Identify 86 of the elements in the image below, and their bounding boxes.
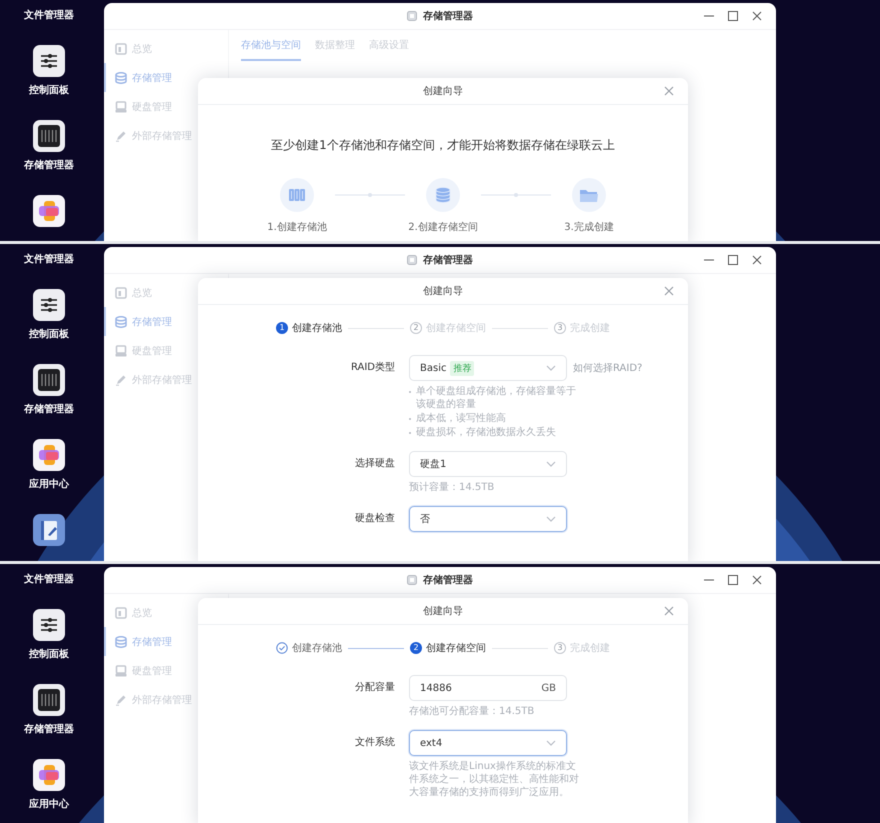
- maximize-icon[interactable]: [728, 11, 738, 21]
- sliders-icon[interactable]: [33, 609, 65, 641]
- dropdown[interactable]: ext4: [409, 730, 567, 756]
- maximize-icon[interactable]: [728, 575, 738, 585]
- hint-text: 硬盘损坏，存储池数据永久丢失: [416, 426, 556, 439]
- database-icon: [115, 636, 127, 648]
- app-center-icon[interactable]: [33, 439, 65, 471]
- step-number: 3: [554, 642, 566, 654]
- pen-icon: [115, 374, 127, 386]
- hint-text: 预计容量：14.5TB: [409, 481, 496, 494]
- window-title: 存储管理器: [423, 10, 473, 23]
- storage-pool-icon: [287, 186, 307, 204]
- dialog-title: 创建向导: [423, 84, 463, 98]
- maximize-icon[interactable]: [728, 255, 738, 265]
- connector-line: [335, 192, 405, 198]
- step-label: 创建存储池: [292, 322, 342, 335]
- dropdown[interactable]: 硬盘1: [409, 451, 567, 477]
- overview-icon: [115, 42, 127, 54]
- app-label[interactable]: 文件管理器: [24, 253, 74, 267]
- sliders-icon[interactable]: [33, 289, 65, 321]
- hint-text: 该文件系统是Linux操作系统的标准文件系统之一，以其稳定性、高性能和对大容量存储的支持而得到广泛应用。: [409, 760, 580, 799]
- close-icon[interactable]: [752, 255, 762, 265]
- app-label[interactable]: 存储管理器: [24, 403, 74, 417]
- field-label: 硬盘检查: [354, 512, 395, 526]
- app-icon: [407, 255, 417, 265]
- app-label[interactable]: 文件管理器: [24, 573, 74, 587]
- app-label[interactable]: 应用中心: [29, 478, 69, 492]
- app-center-icon[interactable]: [33, 759, 65, 791]
- hint-text: 单个硬盘组成存储池，存储容量等于该硬盘的容量: [416, 385, 577, 411]
- dialog-title: 创建向导: [423, 604, 463, 618]
- window-title: 存储管理器: [423, 574, 473, 587]
- hint-text: 成本低，读写性能高: [416, 412, 506, 425]
- storage-device-icon[interactable]: [33, 684, 65, 716]
- app-icon: [407, 11, 417, 21]
- storage-device-icon[interactable]: [33, 364, 65, 396]
- overview-icon: [115, 286, 127, 298]
- input-field[interactable]: 14886 GB: [409, 675, 567, 701]
- app-label[interactable]: 控制面板: [29, 84, 69, 98]
- step-label: 1.创建存储池: [267, 220, 327, 234]
- database-icon: [115, 72, 127, 84]
- dropdown[interactable]: 否: [409, 506, 567, 532]
- field-label: 选择硬盘: [354, 456, 395, 471]
- app-icon: [407, 575, 417, 585]
- window-title: 存储管理器: [423, 254, 473, 267]
- app-label[interactable]: 存储管理器: [24, 723, 74, 737]
- unit-label: GB: [541, 682, 556, 694]
- pen-icon: [115, 694, 127, 706]
- intro-message: 至少创建1个存储池和存储空间，才能开始将数据存储在绿联云上: [271, 137, 615, 154]
- close-icon[interactable]: [752, 575, 762, 585]
- step-label: 2.创建存储空间: [408, 220, 478, 234]
- recommended-tag: 推荐: [450, 360, 474, 376]
- overview-icon: [115, 606, 127, 618]
- chevron-down-icon: [546, 461, 556, 467]
- step-label: 完成创建: [570, 322, 610, 335]
- app-label[interactable]: 控制面板: [29, 328, 69, 342]
- connector-line: [481, 192, 551, 198]
- chevron-down-icon: [546, 740, 556, 746]
- step-number: 3: [554, 322, 566, 334]
- app-label[interactable]: 控制面板: [29, 648, 69, 662]
- database-icon: [115, 316, 127, 328]
- pen-icon: [115, 130, 127, 142]
- chevron-down-icon: [546, 365, 556, 371]
- chevron-down-icon: [546, 516, 556, 522]
- app-center-icon[interactable]: [33, 195, 65, 227]
- close-icon[interactable]: [752, 11, 762, 21]
- field-label: 文件系统: [354, 736, 395, 750]
- storage-device-icon[interactable]: [33, 120, 65, 152]
- field-label: RAID类型: [350, 360, 395, 375]
- step-label: 3.完成创建: [564, 220, 614, 234]
- notebook-icon[interactable]: [33, 514, 65, 546]
- app-label[interactable]: 应用中心: [29, 798, 69, 812]
- hint-text: 存储池可分配容量：14.5TB: [409, 705, 536, 718]
- step-number: 1: [276, 322, 288, 334]
- sliders-icon[interactable]: [33, 45, 65, 77]
- app-label[interactable]: 存储管理器: [24, 159, 74, 173]
- step-number: 2: [410, 642, 422, 654]
- dropdown[interactable]: Basic 推荐: [409, 355, 567, 381]
- app-label[interactable]: 文件管理器: [24, 9, 74, 23]
- dialog-title: 创建向导: [423, 284, 463, 298]
- step-label: 创建存储空间: [426, 322, 486, 335]
- database-icon: [433, 186, 453, 204]
- step-label: 创建存储空间: [426, 642, 486, 655]
- field-label: 分配容量: [354, 680, 395, 695]
- step-label: 创建存储池: [292, 642, 342, 655]
- step-label: 完成创建: [570, 642, 610, 655]
- step-number: 2: [410, 322, 422, 334]
